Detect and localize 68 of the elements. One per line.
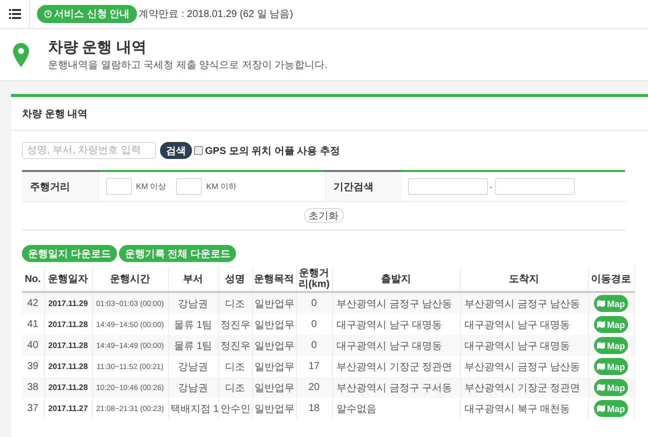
table-cell: 택배지점 1	[168, 398, 218, 419]
table-cell: 일반업무	[252, 398, 296, 419]
table-cell: 2017.11.28	[44, 377, 92, 398]
table-cell: 알수없음	[332, 398, 460, 419]
table-cell: 20	[296, 377, 332, 398]
gps-checkbox[interactable]	[194, 146, 203, 155]
table-cell: 부산광역시 금정구 남산동	[460, 292, 588, 314]
download-button[interactable]: 운행기록 전체 다운로드	[118, 245, 236, 262]
table-cell: 대구광역시 북구 매천동	[460, 398, 588, 419]
map-icon	[597, 405, 605, 412]
page-title: 차량 운행 내역	[48, 38, 148, 56]
map-button[interactable]: Map	[594, 337, 628, 354]
map-button[interactable]: Map	[594, 295, 628, 312]
table-cell: 2017.11.27	[44, 398, 92, 419]
table-cell: 일반업무	[252, 377, 296, 398]
table-cell: 디조	[218, 377, 252, 398]
map-icon	[597, 300, 605, 307]
table-cell: 강남권	[168, 377, 218, 398]
download-button[interactable]: 운행일지 다운로드	[22, 245, 117, 262]
map-button[interactable]: Map	[594, 316, 628, 333]
end-date-field[interactable]	[494, 178, 574, 195]
map-icon	[597, 384, 605, 391]
gps-checkbox-label: GPS 모의 위치 어플 사용 추정	[205, 144, 340, 158]
table-cell: 37	[22, 398, 44, 419]
table-cell: 2017.11.29	[44, 292, 92, 314]
table-cell: 0	[296, 292, 332, 314]
table-cell: 대구광역시 남구 대명동	[332, 335, 460, 356]
map-icon	[597, 363, 605, 370]
table-cell: 일반업무	[252, 292, 296, 314]
table-cell: 38	[22, 377, 44, 398]
table-cell: 강남권	[168, 292, 218, 314]
table-cell: 일반업무	[252, 335, 296, 356]
filter-label: 기간검색	[324, 172, 402, 201]
table-cell: 대구광역시 남구 대명동	[460, 335, 588, 356]
map-button[interactable]: Map	[594, 400, 628, 417]
table-cell: 물류 1팀	[168, 335, 218, 356]
table-cell: 부산광역시 금정구 구서동	[332, 377, 460, 398]
unit-label: KM 이상	[136, 181, 166, 192]
panel-title: 차량 운행 내역	[22, 108, 88, 120]
table-cell: 0	[296, 335, 332, 356]
date-separator: -	[490, 182, 492, 192]
map-icon	[597, 342, 605, 349]
search-button[interactable]: 검색	[160, 142, 192, 159]
map-button[interactable]: Map	[594, 379, 628, 396]
clock-icon	[44, 10, 52, 18]
table-cell: 18	[296, 398, 332, 419]
page-subtitle: 운행내역을 열람하고 국세청 제출 양식으로 저장이 가능합니다.	[48, 58, 328, 72]
start-date-field[interactable]	[408, 178, 488, 195]
location-pin-icon	[13, 42, 29, 66]
filter-label: 주행거리	[22, 172, 100, 201]
table-cell: 42	[22, 292, 44, 314]
map-icon	[597, 321, 605, 328]
min-distance-field[interactable]	[106, 178, 132, 195]
contract-expiry-text: 계약만료 : 2018.01.29 (62 일 남음)	[138, 8, 294, 21]
map-button[interactable]: Map	[594, 358, 628, 375]
table-cell: 부산광역시 기장군 정관면	[460, 377, 588, 398]
table-cell: 부산광역시 금정구 남산동	[332, 292, 460, 314]
menu-icon[interactable]	[9, 9, 21, 19]
table-cell: 2017.11.28	[44, 335, 92, 356]
table-cell: 정진우	[218, 335, 252, 356]
search-field[interactable]: 성명, 부서, 차량번호 입력	[22, 142, 156, 159]
service-info-button[interactable]: 서비스 신청 안내	[37, 5, 137, 23]
unit-label: KM 이하	[206, 181, 236, 192]
reset-button[interactable]: 초기화	[304, 208, 344, 223]
table-cell: 40	[22, 335, 44, 356]
table-cell: 안수인	[218, 398, 252, 419]
table-cell: 디조	[218, 292, 252, 314]
max-distance-field[interactable]	[176, 178, 202, 195]
